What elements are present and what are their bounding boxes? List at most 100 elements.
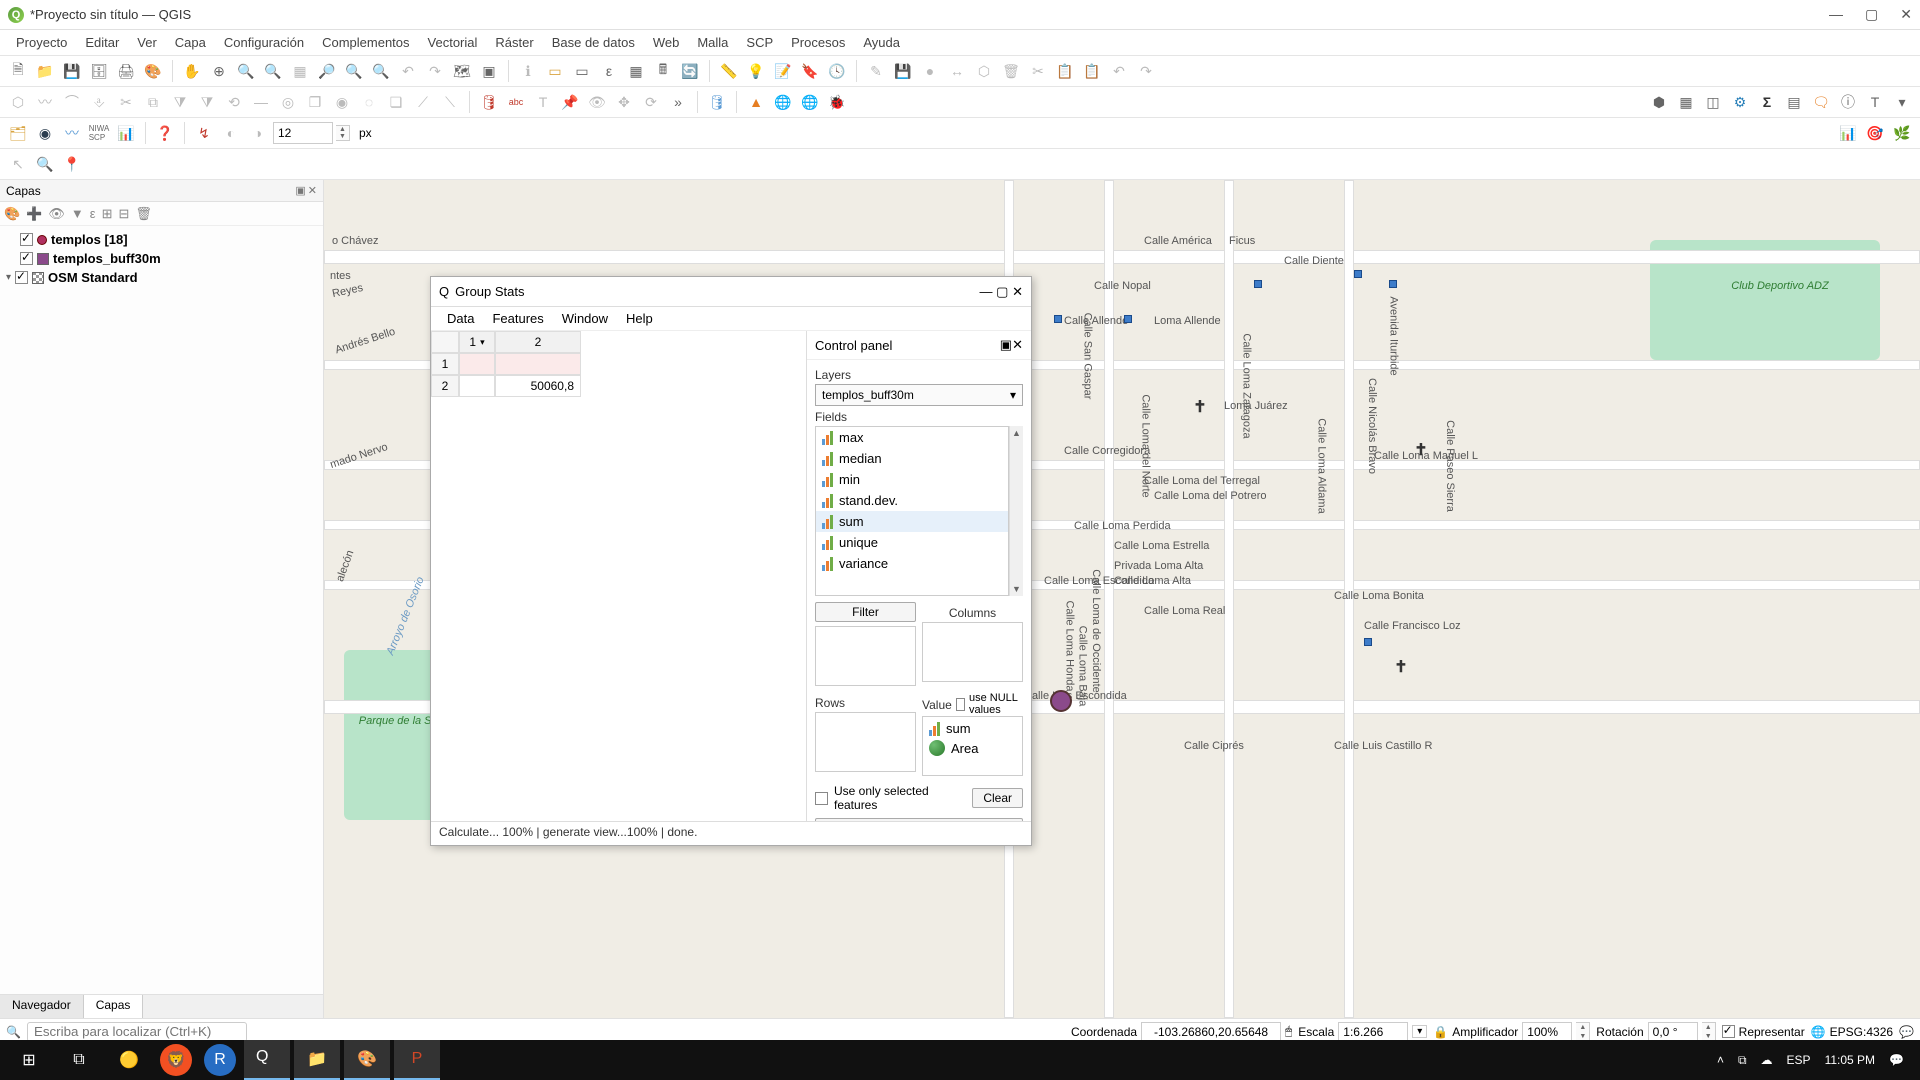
menu-vectorial[interactable]: Vectorial xyxy=(420,33,486,52)
new-map-view-icon[interactable]: 🗺 xyxy=(450,59,474,83)
row-header[interactable]: 2 xyxy=(431,375,459,397)
layer-collapse-icon[interactable]: ⊟ xyxy=(118,206,129,222)
find-icon[interactable]: 🔍 xyxy=(33,152,57,176)
layer-item-osm[interactable]: ▾ OSM Standard xyxy=(6,268,317,287)
zoom-full-icon[interactable]: 🔎 xyxy=(315,59,339,83)
digitize-icon[interactable]: ⬡ xyxy=(6,90,30,114)
add-feature-icon[interactable]: ● xyxy=(918,59,942,83)
scp-roi-prev-icon[interactable]: ◐ xyxy=(219,121,243,145)
node-tool-icon[interactable]: ⬡ xyxy=(972,59,996,83)
new-3d-view-icon[interactable]: ▣ xyxy=(477,59,501,83)
use-selected-checkbox[interactable] xyxy=(815,792,828,805)
group-stats-icon[interactable]: 📊 xyxy=(1836,121,1860,145)
del-ring-icon[interactable]: ◌ xyxy=(357,90,381,114)
start-button[interactable]: ⊞ xyxy=(6,1040,52,1080)
classification-icon[interactable]: 🌿 xyxy=(1890,121,1914,145)
layer-style-icon[interactable]: 🎨 xyxy=(4,206,20,222)
location-icon[interactable]: 📍 xyxy=(60,152,84,176)
rotate-feat-icon[interactable]: ⟲ xyxy=(222,90,246,114)
dialog-menu-features[interactable]: Features xyxy=(484,309,551,328)
label-move-icon[interactable]: ✥ xyxy=(612,90,636,114)
scp-ws-icon[interactable]: 🗂 xyxy=(6,121,30,145)
number-spinner[interactable]: ▲▼ xyxy=(336,125,350,141)
menu-malla[interactable]: Malla xyxy=(689,33,736,52)
merge-attr-icon[interactable]: ⧩ xyxy=(195,90,219,114)
panel-float-icon[interactable]: ▣ xyxy=(295,184,305,197)
paste-icon[interactable]: 📋 xyxy=(1080,59,1104,83)
dialog-menu-data[interactable]: Data xyxy=(439,309,482,328)
label-rotate-icon[interactable]: ⟳ xyxy=(639,90,663,114)
tab-capas[interactable]: Capas xyxy=(84,995,144,1018)
row-header[interactable]: 1 xyxy=(431,353,459,375)
scp-guide-icon[interactable]: ❓ xyxy=(153,121,177,145)
edit-save-icon[interactable]: 💾 xyxy=(891,59,915,83)
field-item-stddev[interactable]: stand.dev. xyxy=(816,490,1008,511)
chevron-down-icon[interactable]: ▾ xyxy=(6,272,11,283)
scp-roi-next-icon[interactable]: ◑ xyxy=(246,121,270,145)
dialog-close-button[interactable]: ✕ xyxy=(1012,284,1023,299)
zoom-in-icon[interactable]: 🔍 xyxy=(234,59,258,83)
select-expression-icon[interactable]: ε xyxy=(597,59,621,83)
extend-icon[interactable]: ⟍ xyxy=(438,90,462,114)
fill-ring-icon[interactable]: ◉ xyxy=(330,90,354,114)
coord-input[interactable]: -103.26860,20.65648 xyxy=(1141,1022,1281,1042)
table-cell[interactable] xyxy=(459,375,495,397)
overflow-icon[interactable]: » xyxy=(666,90,690,114)
rot-spinner[interactable]: ▲▼ xyxy=(1702,1022,1716,1042)
field-item-variance[interactable]: variance xyxy=(816,553,1008,574)
amp-spinner[interactable]: ▲▼ xyxy=(1576,1022,1590,1042)
label-abc-icon[interactable]: abc xyxy=(504,90,528,114)
pan-icon[interactable]: ✋ xyxy=(180,59,204,83)
scp-roi-icon[interactable]: ◉ xyxy=(33,121,57,145)
help-icon[interactable]: ⓘ xyxy=(1836,90,1860,114)
field-item-unique[interactable]: unique xyxy=(816,532,1008,553)
label-pin-icon[interactable]: 📌 xyxy=(558,90,582,114)
select-icon[interactable]: ▭ xyxy=(543,59,567,83)
zoom-native-icon[interactable]: ▦ xyxy=(288,59,312,83)
annotation-icon[interactable]: 📝 xyxy=(771,59,795,83)
value-item-sum[interactable]: sum xyxy=(925,719,1020,738)
arrow-icon[interactable]: ↖ xyxy=(6,152,30,176)
layer-expr-icon[interactable]: ε xyxy=(90,206,96,221)
cp-layers-select[interactable]: templos_buff30m▾ xyxy=(815,384,1023,406)
split-parts-icon[interactable]: ⧉ xyxy=(141,90,165,114)
menu-configuracion[interactable]: Configuración xyxy=(216,33,312,52)
filter-box[interactable] xyxy=(815,626,916,686)
clear-button[interactable]: Clear xyxy=(972,788,1023,808)
cp-float-icon[interactable]: ▣ xyxy=(1000,337,1012,352)
render-checkbox[interactable] xyxy=(1722,1025,1735,1038)
r-icon[interactable]: R xyxy=(204,1044,236,1076)
field-calc-icon[interactable]: 🖩 xyxy=(651,59,675,83)
delete-icon[interactable]: 🗑 xyxy=(999,59,1023,83)
value-item-area[interactable]: Area xyxy=(925,738,1020,758)
copy-icon[interactable]: 📋 xyxy=(1053,59,1077,83)
model-icon[interactable]: ▤ xyxy=(1782,90,1806,114)
dialog-minimize-button[interactable]: — xyxy=(980,284,993,299)
scp-niwa-icon[interactable]: NIWASCP xyxy=(87,121,111,145)
menu-ver[interactable]: Ver xyxy=(129,33,165,52)
qgis-taskbar-icon[interactable]: Q xyxy=(244,1040,290,1080)
zoom-last-icon[interactable]: ↶ xyxy=(396,59,420,83)
maximize-button[interactable]: ▢ xyxy=(1865,6,1878,23)
trim-icon[interactable]: ⟋ xyxy=(411,90,435,114)
cut-icon[interactable]: ✂ xyxy=(1026,59,1050,83)
label-show-icon[interactable]: 👁 xyxy=(585,90,609,114)
label-tool-icon[interactable]: T xyxy=(531,90,555,114)
use-null-checkbox[interactable] xyxy=(956,698,965,711)
move-feature-icon[interactable]: ↔ xyxy=(945,59,969,83)
mouse-icon[interactable]: 🖱 xyxy=(1285,1024,1292,1039)
chrome-icon[interactable]: 🟡 xyxy=(106,1040,152,1080)
scale-input[interactable]: 1:6.266 xyxy=(1338,1022,1408,1042)
menu-ayuda[interactable]: Ayuda xyxy=(855,33,908,52)
field-item-median[interactable]: median xyxy=(816,448,1008,469)
deselect-icon[interactable]: ▭ xyxy=(570,59,594,83)
field-item-sum[interactable]: sum xyxy=(816,511,1008,532)
reshape-icon[interactable]: ⌒ xyxy=(60,90,84,114)
menu-procesos[interactable]: Procesos xyxy=(783,33,853,52)
text-format-icon[interactable]: T xyxy=(1863,90,1887,114)
powerpoint-icon[interactable]: P xyxy=(394,1040,440,1080)
dialog-menu-help[interactable]: Help xyxy=(618,309,661,328)
rows-box[interactable] xyxy=(815,712,916,772)
zoom-next-icon[interactable]: ↷ xyxy=(423,59,447,83)
layer-remove-icon[interactable]: 🗑 xyxy=(135,206,152,222)
